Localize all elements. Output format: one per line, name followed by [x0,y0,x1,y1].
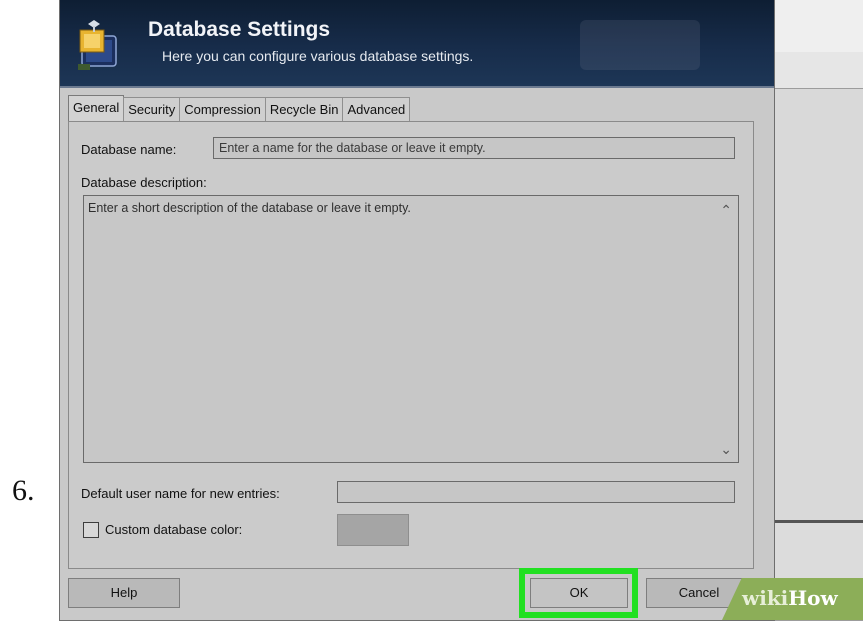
tab-advanced[interactable]: Advanced [342,97,411,122]
database-description-label: Database description: [81,175,207,190]
database-description-placeholder: Enter a short description of the databas… [88,201,411,215]
dialog-header: Database Settings Here you can configure… [60,0,774,88]
tab-compression[interactable]: Compression [179,97,266,122]
database-name-label: Database name: [81,142,177,157]
color-swatch-button[interactable] [337,514,409,546]
default-user-label: Default user name for new entries: [81,486,280,501]
tab-general[interactable]: General [68,95,125,122]
database-settings-dialog: Database Settings Here you can configure… [60,0,774,620]
background-toolbar [771,0,863,53]
custom-color-label: Custom database color: [105,522,243,537]
tab-security[interactable]: Security [123,97,181,122]
default-user-input[interactable] [337,481,735,503]
chevron-up-icon[interactable]: ⌃ [720,202,732,219]
settings-tabs: General Security Compression Recycle Bin… [68,95,411,122]
general-tab-panel: Database name: Enter a name for the data… [68,121,754,569]
background-window [770,0,863,621]
dialog-title: Database Settings [148,18,331,41]
background-header-row [771,52,863,89]
wikihow-watermark: wikiHow [722,578,863,620]
database-description-textarea[interactable]: Enter a short description of the databas… [83,195,739,463]
ok-button-highlight [519,568,638,618]
database-name-input[interactable]: Enter a name for the database or leave i… [213,137,735,159]
watermark-suffix: How [788,586,838,610]
custom-color-checkbox[interactable] [83,522,99,538]
watermark-prefix: wiki [742,586,789,610]
database-box-icon [78,20,117,70]
chevron-down-icon[interactable]: ⌄ [720,441,732,458]
step-number: 6. [12,474,35,507]
help-button[interactable]: Help [68,578,180,608]
tab-recycle-bin[interactable]: Recycle Bin [264,97,344,122]
dialog-subtitle: Here you can configure various database … [162,48,474,64]
